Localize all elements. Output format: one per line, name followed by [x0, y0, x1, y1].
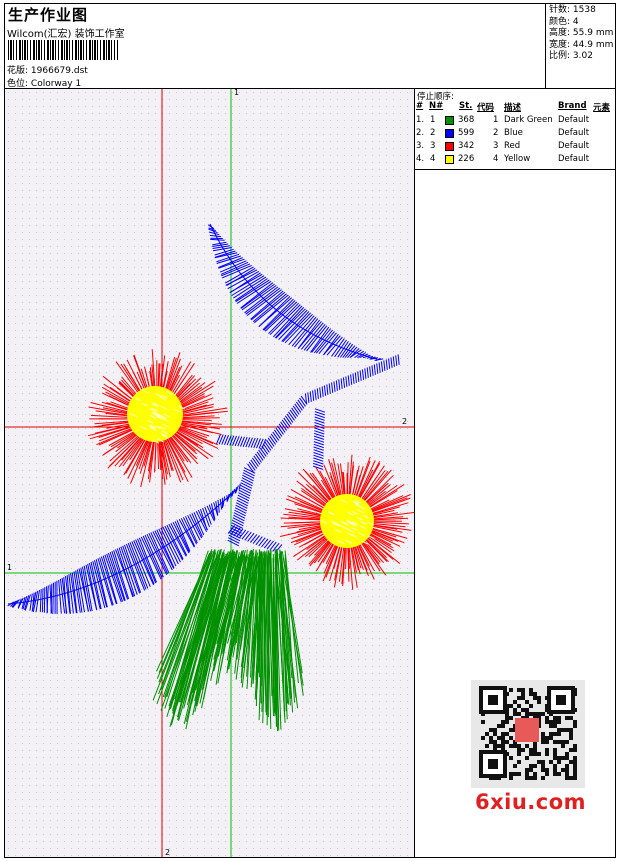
header: 生产作业图 Wilcom(汇宏) 装饰工作室 花版: 1966679.dst 色…	[5, 4, 545, 89]
row-stitches: 342	[458, 141, 475, 151]
stat-stitches: 针数: 1538	[549, 5, 616, 17]
row-number: 3.	[416, 141, 425, 151]
yellow-flower-centers	[127, 386, 375, 548]
row-description: Dark Green	[504, 115, 553, 125]
row-description: Yellow	[504, 154, 531, 164]
row-needle: 2	[430, 128, 436, 138]
row-code: 2	[493, 128, 499, 138]
col-brand: Brand	[558, 101, 587, 111]
green-bell-flower	[152, 548, 304, 732]
color-swatch	[445, 129, 454, 138]
axis-label-top: 1	[234, 88, 240, 97]
stat-label: 针数:	[549, 5, 571, 15]
row-code: 4	[493, 154, 499, 164]
stats-panel: 针数: 1538 颜色: 4 高度: 55.9 mm 宽度: 44.9 mm 比…	[545, 3, 616, 88]
row-description: Red	[504, 141, 521, 151]
col-code: 代码	[477, 103, 495, 113]
watermark-text: 6xiu.com	[475, 790, 587, 814]
axis-label-left: 1	[7, 563, 13, 572]
stat-value: 3.02	[572, 51, 593, 61]
stat-height: 高度: 55.9 mm	[549, 28, 616, 40]
company-name: Wilcom(汇宏) 装饰工作室	[7, 29, 125, 40]
stat-width: 宽度: 44.9 mm	[549, 40, 616, 52]
stat-colors: 颜色: 4	[549, 17, 616, 29]
row-stitches: 368	[458, 115, 475, 125]
row-stitches: 226	[458, 154, 475, 164]
canvas-divider	[414, 89, 415, 857]
stat-label: 宽度:	[549, 39, 571, 50]
design-value: 1966679.dst	[30, 66, 88, 76]
col-num: #	[416, 101, 424, 111]
design-label: 花版:	[7, 66, 29, 76]
row-brand: Default	[558, 141, 590, 151]
axis-label-bottom: 2	[165, 848, 171, 857]
axis-label-right: 2	[402, 417, 408, 426]
stat-label: 高度:	[549, 28, 571, 38]
barcode	[8, 40, 118, 60]
stat-value: 55.9 mm	[572, 28, 614, 38]
stat-label: 比例:	[549, 51, 571, 61]
qr-code-icon	[471, 680, 585, 788]
col-n: N#	[429, 101, 444, 111]
stat-value: 4	[572, 16, 579, 27]
stat-scale: 比例: 3.02	[549, 51, 616, 63]
embroidery-preview	[5, 89, 414, 857]
design-info: 花版: 1966679.dst	[7, 63, 88, 76]
row-brand: Default	[558, 154, 590, 164]
col-element: 元素	[593, 103, 611, 113]
row-stitches: 599	[458, 128, 475, 138]
row-description: Blue	[504, 128, 523, 138]
row-needle: 1	[430, 115, 436, 125]
row-brand: Default	[558, 115, 590, 125]
design-canvas[interactable]: 1 2 1 2	[5, 88, 414, 857]
row-number: 4.	[416, 154, 425, 164]
color-swatch	[445, 155, 454, 164]
stat-label: 颜色:	[549, 16, 571, 27]
row-code: 1	[493, 115, 499, 125]
col-stitches: St.	[459, 101, 473, 111]
row-number: 2.	[416, 128, 425, 138]
row-code: 3	[493, 141, 499, 151]
color-swatch	[445, 142, 454, 151]
col-desc: 描述	[504, 103, 522, 113]
row-number: 1.	[416, 115, 425, 125]
stat-value: 44.9 mm	[572, 39, 614, 50]
color-swatch	[445, 116, 454, 125]
row-brand: Default	[558, 128, 590, 138]
row-needle: 4	[430, 154, 436, 164]
row-needle: 3	[430, 141, 436, 151]
page-title: 生产作业图	[8, 6, 89, 24]
stop-sequence-panel: 停止顺序: # N# St. 代码 描述 Brand 元素 1. 1 368 1 Dar…	[415, 89, 616, 170]
stat-value: 1538	[572, 5, 596, 15]
